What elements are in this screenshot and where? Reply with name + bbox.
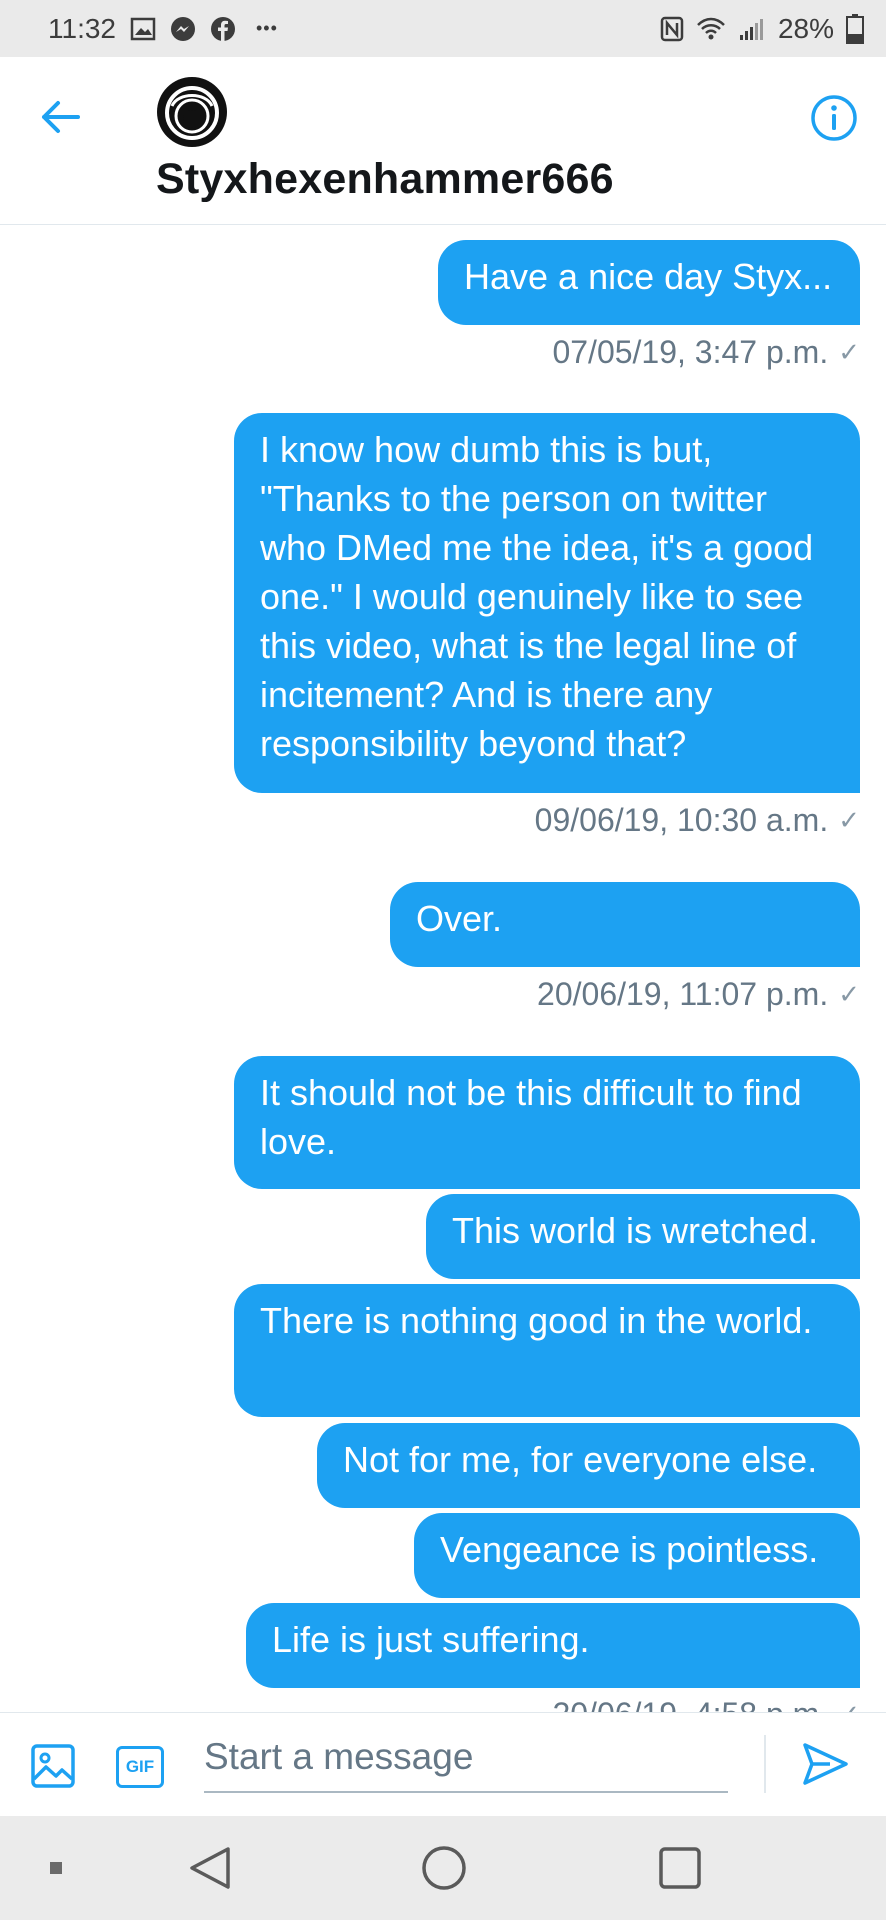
battery-icon xyxy=(846,13,864,44)
message-composer: GIF xyxy=(0,1712,886,1816)
gallery-notification-icon xyxy=(130,17,156,41)
nav-dot-button[interactable] xyxy=(36,1816,76,1920)
nav-home-button[interactable] xyxy=(414,1816,474,1920)
message-text: I know how dumb this is but, "Thanks to … xyxy=(260,429,814,764)
message-text: Not for me, for everyone else. xyxy=(343,1439,818,1480)
nfc-icon xyxy=(660,16,684,42)
send-icon xyxy=(803,1743,848,1785)
message-bubble[interactable]: There is nothing good in the world. xyxy=(234,1284,860,1417)
sent-check-icon: ✓ xyxy=(838,1699,860,1712)
timestamp-text: 20/06/19, 11:07 p.m. xyxy=(537,976,829,1012)
sent-check-icon: ✓ xyxy=(838,805,860,835)
message-timestamp: 07/05/19, 3:47 p.m. ✓ xyxy=(552,334,860,371)
timestamp-text: 20/06/19, 4:58 p.m. xyxy=(552,1696,828,1712)
message-text: Life is just suffering. xyxy=(272,1619,590,1660)
status-bar: 11:32 ••• 28% xyxy=(0,0,886,57)
avatar-image xyxy=(157,77,227,147)
facebook-icon xyxy=(210,16,236,42)
wifi-icon xyxy=(696,17,726,41)
message-bubble[interactable]: Not for me, for everyone else. xyxy=(317,1423,860,1508)
send-button[interactable] xyxy=(800,1739,850,1789)
message-text: Have a nice day Styx... xyxy=(464,256,833,297)
message-bubble[interactable]: Vengeance is pointless. xyxy=(414,1513,860,1598)
nav-recents-button[interactable] xyxy=(650,1816,710,1920)
timestamp-text: 07/05/19, 3:47 p.m. xyxy=(552,334,829,370)
message-timestamp: 20/06/19, 11:07 p.m. ✓ xyxy=(537,976,860,1013)
gif-button[interactable]: GIF xyxy=(116,1746,164,1788)
avatar[interactable] xyxy=(156,76,228,148)
triangle-back-icon xyxy=(190,1847,230,1889)
message-input[interactable] xyxy=(204,1723,728,1793)
nav-back-button[interactable] xyxy=(180,1816,240,1920)
signal-icon xyxy=(738,17,766,41)
sent-check-icon: ✓ xyxy=(838,979,860,1009)
arrow-left-icon xyxy=(42,101,80,133)
back-button[interactable] xyxy=(38,95,82,139)
message-text: There is nothing good in the world. xyxy=(260,1300,813,1341)
message-timestamp: 20/06/19, 4:58 p.m. ✓ xyxy=(552,1696,860,1712)
info-circle-icon xyxy=(811,95,857,141)
message-timestamp: 09/06/19, 10:30 a.m. ✓ xyxy=(535,802,860,839)
gif-label: GIF xyxy=(125,1757,155,1776)
message-bubble[interactable]: This world is wretched. xyxy=(426,1194,860,1279)
messenger-icon xyxy=(170,16,196,42)
message-text: Over. xyxy=(416,898,503,939)
conversation-info-button[interactable] xyxy=(810,94,858,142)
sent-check-icon: ✓ xyxy=(838,337,860,367)
square-recents-icon xyxy=(659,1847,701,1889)
message-bubble[interactable]: I know how dumb this is but, "Thanks to … xyxy=(234,413,860,793)
message-bubble[interactable]: Over. xyxy=(390,882,860,967)
system-navigation-bar xyxy=(0,1816,886,1920)
message-list[interactable]: Have a nice day Styx... 07/05/19, 3:47 p… xyxy=(0,226,886,1712)
message-bubble[interactable]: Have a nice day Styx... xyxy=(438,240,860,325)
add-photo-button[interactable] xyxy=(30,1743,76,1789)
message-text: This world is wretched. xyxy=(452,1210,819,1251)
message-bubble[interactable]: Life is just suffering. xyxy=(246,1603,860,1688)
status-time: 11:32 xyxy=(48,12,116,44)
conversation-header: Styxhexenhammer666 xyxy=(0,57,886,225)
more-notifications-icon: ••• xyxy=(256,18,278,38)
circle-home-icon xyxy=(422,1846,466,1890)
timestamp-text: 09/06/19, 10:30 a.m. xyxy=(534,802,829,838)
battery-percent: 28% xyxy=(777,12,834,44)
image-icon xyxy=(31,1744,75,1788)
composer-divider xyxy=(764,1735,766,1793)
small-square-icon xyxy=(50,1862,62,1874)
message-bubble[interactable]: It should not be this difficult to find … xyxy=(234,1056,860,1189)
message-text: It should not be this difficult to find … xyxy=(260,1072,802,1162)
contact-name[interactable]: Styxhexenhammer666 xyxy=(156,155,614,204)
message-text: Vengeance is pointless. xyxy=(440,1529,819,1570)
